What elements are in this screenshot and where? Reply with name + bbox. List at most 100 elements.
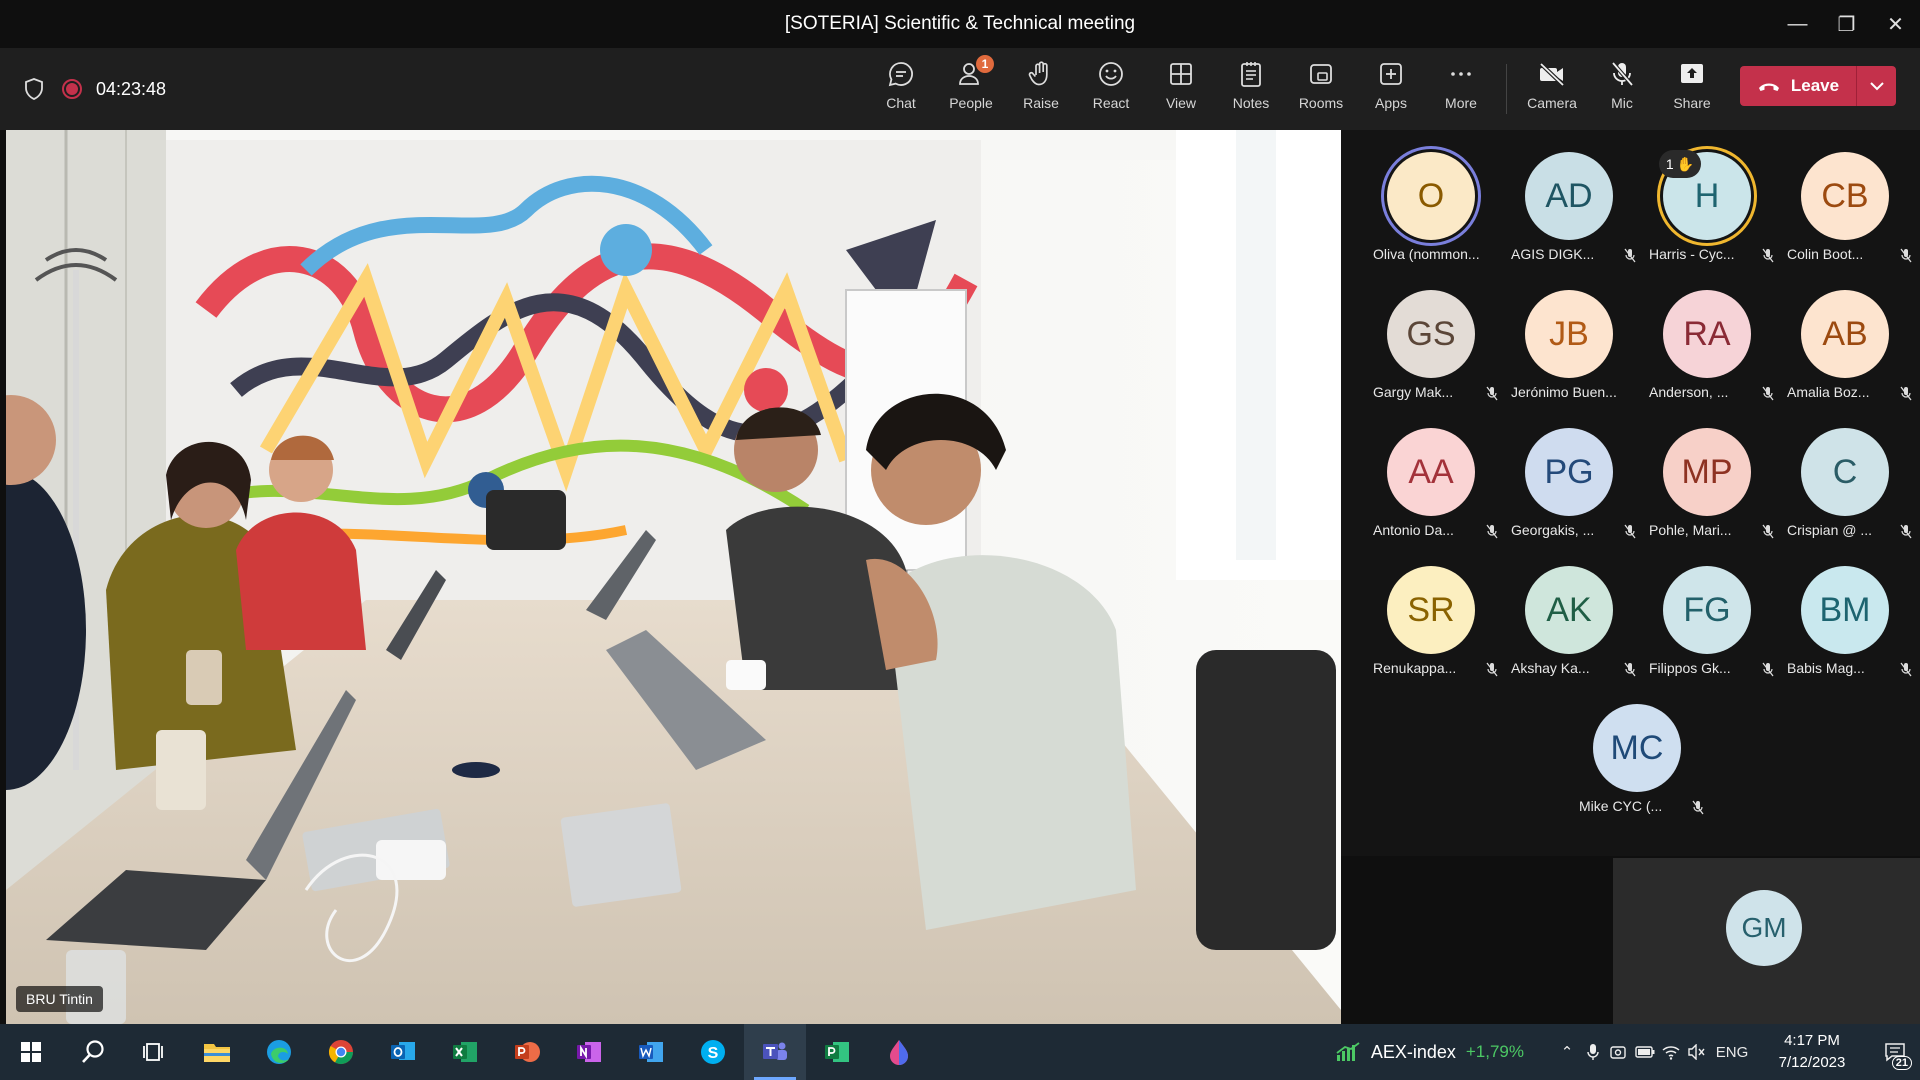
participant-name: Harris - Cyc...: [1649, 246, 1735, 262]
main-video-stage[interactable]: BRU Tintin: [6, 130, 1341, 1024]
notification-center-button[interactable]: 21: [1870, 1024, 1920, 1080]
teams-icon: [763, 1042, 787, 1060]
participant-tile[interactable]: AK Akshay Ka...: [1501, 544, 1639, 677]
avatar: RA: [1663, 290, 1751, 378]
excel-button[interactable]: [434, 1024, 496, 1080]
task-view-button[interactable]: [124, 1024, 186, 1080]
notes-button[interactable]: Notes: [1217, 58, 1285, 124]
participant-tile[interactable]: PG Georgakis, ...: [1501, 406, 1639, 539]
speaker-name-tag: BRU Tintin: [16, 986, 103, 1012]
participant-tile[interactable]: 1 ✋ H Harris - Cyc...: [1639, 130, 1777, 263]
mic-muted-icon: [1624, 524, 1636, 539]
teams-button[interactable]: [744, 1024, 806, 1080]
avatar: MP: [1663, 428, 1751, 516]
windows-taskbar: S AEX-index +1,79% ⌃ ENG 4:17 PM 7/12/20…: [0, 1024, 1920, 1080]
apps-button[interactable]: Apps: [1357, 58, 1425, 124]
powerpoint-button[interactable]: [496, 1024, 558, 1080]
more-icon: [1446, 58, 1476, 90]
word-button[interactable]: [620, 1024, 682, 1080]
ticker-change: +1,79%: [1465, 1042, 1524, 1061]
stock-ticker-widget[interactable]: AEX-index +1,79%: [1335, 1041, 1524, 1063]
mic-button[interactable]: Mic: [1588, 58, 1656, 124]
participant-tile[interactable]: AA Antonio Da...: [1363, 406, 1501, 539]
view-button[interactable]: View: [1147, 58, 1215, 124]
edge-button[interactable]: [248, 1024, 310, 1080]
people-button[interactable]: 1 People: [937, 55, 1005, 124]
start-button[interactable]: [0, 1024, 62, 1080]
microphone-icon[interactable]: [1580, 1024, 1606, 1080]
close-button[interactable]: ✕: [1871, 0, 1920, 48]
volume-muted-icon[interactable]: [1684, 1024, 1710, 1080]
participant-tile[interactable]: FG Filippos Gk...: [1639, 544, 1777, 677]
meeting-toolbar: 04:23:48 Chat 1 People Raise React View …: [0, 48, 1920, 130]
restore-button[interactable]: ❐: [1822, 0, 1871, 48]
participant-tile[interactable]: MC Mike CYC (...: [1569, 682, 1707, 815]
window-title-bar: [SOTERIA] Scientific & Technical meeting…: [0, 0, 1920, 48]
stock-chart-icon: [1336, 1042, 1360, 1061]
share-button[interactable]: Share: [1658, 58, 1726, 124]
search-button[interactable]: [62, 1024, 124, 1080]
participant-name: Pohle, Mari...: [1649, 522, 1732, 538]
participant-name: Gargy Mak...: [1373, 384, 1454, 400]
react-button[interactable]: React: [1077, 58, 1145, 124]
participant-tile[interactable]: SR Renukappa...: [1363, 544, 1501, 677]
leave-button[interactable]: Leave: [1740, 66, 1856, 106]
rooms-label: Rooms: [1298, 95, 1344, 111]
mic-muted-icon: [1624, 662, 1636, 677]
outlook-button[interactable]: [372, 1024, 434, 1080]
onenote-button[interactable]: [558, 1024, 620, 1080]
participant-tile[interactable]: JB Jerónimo Buen...: [1501, 268, 1639, 400]
project-button[interactable]: [806, 1024, 868, 1080]
participant-tile[interactable]: RA Anderson, ...: [1639, 268, 1777, 401]
skype-button[interactable]: S: [682, 1024, 744, 1080]
avatar: O: [1387, 152, 1475, 240]
battery-icon[interactable]: [1632, 1024, 1658, 1080]
participant-tile[interactable]: CB Colin Boot...: [1777, 130, 1915, 263]
chevron-up-icon[interactable]: ⌃: [1554, 1024, 1580, 1080]
participant-tile[interactable]: AB Amalia Boz...: [1777, 268, 1915, 401]
wifi-icon[interactable]: [1658, 1024, 1684, 1080]
paint-button[interactable]: [868, 1024, 930, 1080]
people-label: People: [949, 95, 993, 111]
mic-muted-icon: [1900, 524, 1912, 539]
window-title: [SOTERIA] Scientific & Technical meeting: [784, 13, 1136, 34]
chrome-icon: [328, 1040, 353, 1065]
participant-name: Filippos Gk...: [1649, 660, 1731, 676]
mic-muted-icon: [1486, 524, 1498, 539]
mic-muted-icon: [1486, 662, 1498, 677]
taskbar-clock[interactable]: 4:17 PM 7/12/2023: [1766, 1030, 1858, 1074]
react-icon: [1096, 58, 1126, 90]
file-explorer-button[interactable]: [186, 1024, 248, 1080]
participant-name: Crispian @ ...: [1787, 522, 1873, 538]
participant-tile[interactable]: GS Gargy Mak...: [1363, 268, 1501, 401]
shield-icon[interactable]: [24, 78, 44, 100]
clock-time: 4:17 PM: [1784, 1032, 1840, 1049]
camera-in-use-icon[interactable]: [1606, 1024, 1632, 1080]
mic-muted-icon: [1624, 248, 1636, 263]
meeting-status: 04:23:48: [24, 48, 166, 130]
participant-tile[interactable]: C Crispian @ ...: [1777, 406, 1915, 539]
chat-button[interactable]: Chat: [867, 58, 935, 124]
participant-tile[interactable]: BM Babis Mag...: [1777, 544, 1915, 677]
participant-tile[interactable]: MP Pohle, Mari...: [1639, 406, 1777, 539]
camera-button[interactable]: Camera: [1518, 58, 1586, 124]
mic-off-icon: [1607, 58, 1637, 90]
participant-name: Amalia Boz...: [1787, 384, 1870, 400]
chrome-button[interactable]: [310, 1024, 372, 1080]
self-view-tile[interactable]: GM: [1613, 858, 1920, 1024]
avatar: PG: [1525, 428, 1613, 516]
rooms-button[interactable]: Rooms: [1287, 58, 1355, 124]
mic-muted-icon: [1692, 800, 1704, 815]
mic-muted-icon: [1900, 386, 1912, 401]
more-button[interactable]: More: [1427, 58, 1495, 124]
mic-muted-icon: [1762, 248, 1774, 263]
camera-label: Camera: [1527, 95, 1577, 111]
raise-hand-button[interactable]: Raise: [1007, 58, 1075, 124]
leave-options-button[interactable]: [1857, 66, 1896, 106]
language-indicator[interactable]: ENG: [1710, 1024, 1754, 1080]
meeting-timer: 04:23:48: [96, 78, 167, 99]
participant-tile[interactable]: AD AGIS DIGK...: [1501, 130, 1639, 263]
minimize-button[interactable]: —: [1773, 0, 1822, 48]
participant-tile[interactable]: O Oliva (nommon...: [1363, 130, 1501, 262]
svg-text:S: S: [708, 1045, 719, 1062]
